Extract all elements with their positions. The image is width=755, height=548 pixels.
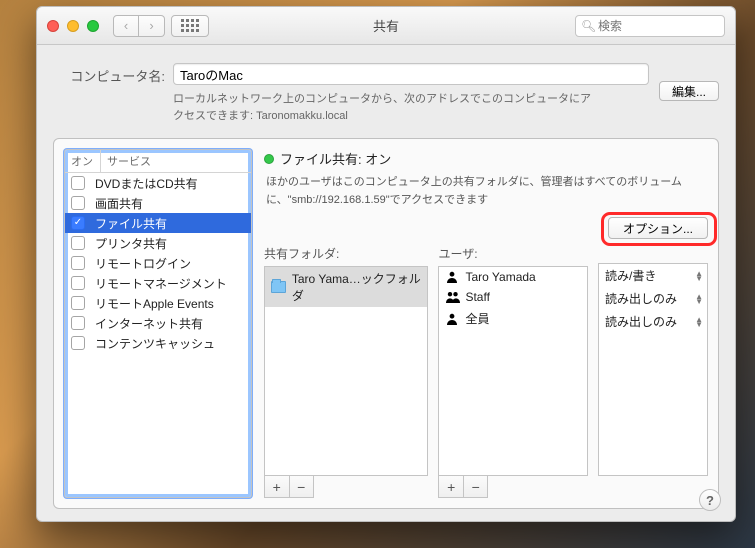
show-all-prefs-button[interactable] bbox=[171, 15, 209, 37]
permission-value: 読み出しのみ bbox=[605, 290, 677, 307]
add-user-button[interactable]: + bbox=[439, 476, 464, 497]
service-item[interactable]: 画面共有 bbox=[65, 193, 251, 213]
permissions-column: . 読み/書き▲▼読み出しのみ▲▼読み出しのみ▲▼ bbox=[598, 245, 708, 498]
search-input[interactable] bbox=[575, 15, 725, 37]
service-label: リモートマネージメント bbox=[95, 275, 227, 292]
sharing-preferences-window: ‹ › 共有 🔍︎ コンピュータ名: ローカルネットワーク上のコンピュータから、… bbox=[36, 6, 736, 522]
service-checkbox[interactable] bbox=[71, 216, 85, 230]
services-list[interactable]: オン サービス DVDまたはCD共有画面共有ファイル共有プリンタ共有リモートログ… bbox=[64, 149, 252, 498]
folder-icon bbox=[271, 281, 286, 293]
user-name: Taro Yamada bbox=[465, 270, 535, 284]
status-row: ファイル共有: オン bbox=[264, 149, 708, 168]
service-checkbox[interactable] bbox=[71, 276, 85, 290]
computer-name-label: コンピュータ名: bbox=[53, 63, 173, 85]
zoom-window-button[interactable] bbox=[87, 20, 99, 32]
service-label: DVDまたはCD共有 bbox=[95, 175, 198, 192]
service-item[interactable]: コンテンツキャッシュ bbox=[65, 333, 251, 353]
service-checkbox[interactable] bbox=[71, 316, 85, 330]
titlebar: ‹ › 共有 🔍︎ bbox=[37, 7, 735, 45]
service-label: 画面共有 bbox=[95, 195, 143, 212]
service-item[interactable]: DVDまたはCD共有 bbox=[65, 173, 251, 193]
shared-folders-label: 共有フォルダ: bbox=[264, 245, 428, 262]
back-button[interactable]: ‹ bbox=[113, 15, 139, 37]
stepper-icon: ▲▼ bbox=[695, 271, 703, 281]
service-label: リモートログイン bbox=[95, 255, 191, 272]
options-button[interactable]: オプション... bbox=[608, 217, 708, 239]
shared-folders-list[interactable]: Taro Yama…ックフォルダ bbox=[264, 266, 428, 476]
status-indicator-icon bbox=[264, 154, 274, 164]
grid-icon bbox=[181, 19, 199, 32]
permission-value: 読み/書き bbox=[605, 267, 656, 284]
user-item[interactable]: Taro Yamada bbox=[439, 267, 587, 287]
edit-hostname-button[interactable]: 編集... bbox=[659, 81, 719, 101]
service-item[interactable]: インターネット共有 bbox=[65, 313, 251, 333]
computer-name-row: コンピュータ名: ローカルネットワーク上のコンピュータから、次のアドレスでこのコ… bbox=[53, 63, 719, 124]
users-icon bbox=[445, 290, 459, 304]
main-panel: オン サービス DVDまたはCD共有画面共有ファイル共有プリンタ共有リモートログ… bbox=[53, 138, 719, 509]
permission-selector[interactable]: 読み出しのみ ▲▼ bbox=[599, 287, 707, 310]
users-column: ユーザ: Taro Yamada Staff 全員 + − bbox=[438, 245, 588, 498]
service-checkbox[interactable] bbox=[71, 196, 85, 210]
users-add-remove: + − bbox=[438, 476, 488, 498]
service-checkbox[interactable] bbox=[71, 236, 85, 250]
remove-folder-button[interactable]: − bbox=[290, 476, 314, 497]
status-description: ほかのユーザはこのコンピュータ上の共有フォルダに、管理者はすべてのボリュームに、… bbox=[266, 174, 706, 209]
help-button[interactable]: ? bbox=[699, 489, 721, 511]
services-header-service: サービス bbox=[101, 150, 157, 172]
close-window-button[interactable] bbox=[47, 20, 59, 32]
window-controls bbox=[47, 20, 99, 32]
nav-buttons: ‹ › bbox=[113, 15, 165, 37]
user-icon bbox=[445, 270, 459, 284]
computer-name-description: ローカルネットワーク上のコンピュータから、次のアドレスでこのコンピュータにアクセ… bbox=[173, 91, 593, 124]
service-checkbox[interactable] bbox=[71, 336, 85, 350]
user-icon bbox=[445, 312, 459, 326]
service-item[interactable]: リモートApple Events bbox=[65, 293, 251, 313]
services-items: DVDまたはCD共有画面共有ファイル共有プリンタ共有リモートログインリモートマネ… bbox=[65, 173, 251, 497]
stepper-icon: ▲▼ bbox=[695, 294, 703, 304]
service-label: プリンタ共有 bbox=[95, 235, 167, 252]
service-label: ファイル共有 bbox=[95, 215, 167, 232]
remove-user-button[interactable]: − bbox=[464, 476, 488, 497]
search-field-wrap: 🔍︎ bbox=[575, 15, 725, 37]
shared-folders-column: 共有フォルダ: Taro Yama…ックフォルダ + − bbox=[264, 245, 428, 498]
user-item[interactable]: Staff bbox=[439, 287, 587, 307]
folder-name: Taro Yama…ックフォルダ bbox=[292, 270, 422, 304]
services-header: オン サービス bbox=[65, 150, 251, 173]
user-name: Staff bbox=[465, 290, 489, 304]
service-item[interactable]: リモートマネージメント bbox=[65, 273, 251, 293]
permission-selector[interactable]: 読み/書き ▲▼ bbox=[599, 264, 707, 287]
service-detail-pane: ファイル共有: オン ほかのユーザはこのコンピュータ上の共有フォルダに、管理者は… bbox=[264, 149, 708, 498]
minimize-window-button[interactable] bbox=[67, 20, 79, 32]
folders-add-remove: + − bbox=[264, 476, 314, 498]
users-label: ユーザ: bbox=[438, 245, 588, 262]
services-header-on: オン bbox=[65, 150, 101, 172]
search-icon: 🔍︎ bbox=[581, 19, 596, 33]
content-area: コンピュータ名: ローカルネットワーク上のコンピュータから、次のアドレスでこのコ… bbox=[37, 45, 735, 521]
service-item[interactable]: ファイル共有 bbox=[65, 213, 251, 233]
service-item[interactable]: リモートログイン bbox=[65, 253, 251, 273]
service-item[interactable]: プリンタ共有 bbox=[65, 233, 251, 253]
lists-row: 共有フォルダ: Taro Yama…ックフォルダ + − ユーザ: Taro Y… bbox=[264, 245, 708, 498]
service-label: インターネット共有 bbox=[95, 315, 203, 332]
service-label: コンテンツキャッシュ bbox=[95, 335, 215, 352]
stepper-icon: ▲▼ bbox=[695, 317, 703, 327]
users-list[interactable]: Taro Yamada Staff 全員 bbox=[438, 266, 588, 476]
service-checkbox[interactable] bbox=[71, 176, 85, 190]
user-name: 全員 bbox=[465, 310, 489, 327]
service-checkbox[interactable] bbox=[71, 296, 85, 310]
user-item[interactable]: 全員 bbox=[439, 307, 587, 330]
forward-button[interactable]: › bbox=[139, 15, 165, 37]
service-label: リモートApple Events bbox=[95, 295, 214, 312]
computer-name-input[interactable] bbox=[173, 63, 649, 85]
permission-selector[interactable]: 読み出しのみ ▲▼ bbox=[599, 310, 707, 333]
permissions-list[interactable]: 読み/書き ▲▼ 読み出しのみ ▲▼ 読み出しのみ ▲▼ bbox=[598, 263, 708, 476]
service-checkbox[interactable] bbox=[71, 256, 85, 270]
status-text: ファイル共有: オン bbox=[280, 149, 391, 168]
folder-item[interactable]: Taro Yama…ックフォルダ bbox=[265, 267, 427, 307]
permission-value: 読み出しのみ bbox=[605, 313, 677, 330]
add-folder-button[interactable]: + bbox=[265, 476, 290, 497]
